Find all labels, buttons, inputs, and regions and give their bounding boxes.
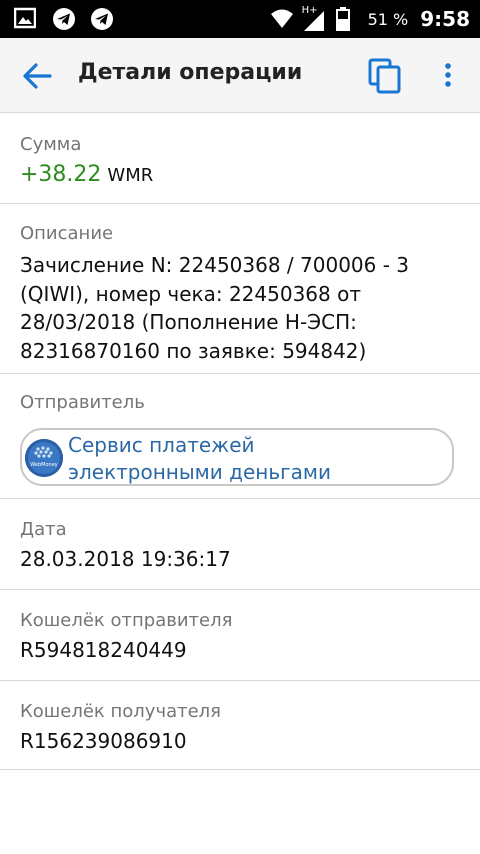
copy-button[interactable] bbox=[368, 58, 404, 94]
description-label: Описание bbox=[20, 223, 114, 244]
sender-label: Отправитель bbox=[20, 392, 145, 413]
app-bar: Детали операции bbox=[0, 38, 480, 113]
amount-label: Сумма bbox=[20, 134, 82, 155]
network-type-label: H+ bbox=[301, 5, 318, 16]
webmoney-logo-icon: WebMoney bbox=[25, 439, 63, 477]
more-vert-icon bbox=[445, 63, 451, 87]
status-bar: H+ 51 % 9:58 bbox=[0, 0, 480, 38]
more-options-button[interactable] bbox=[438, 60, 458, 92]
back-button[interactable] bbox=[22, 62, 54, 90]
date-value: 28.03.2018 19:36:17 bbox=[20, 547, 231, 571]
description-text: Зачисление N: 22450368 / 700006 - 3 (QIW… bbox=[20, 253, 410, 363]
battery-percent: 51 % bbox=[367, 9, 409, 29]
sender-chip[interactable]: WebMoney Сервис платежей электронными де… bbox=[20, 428, 454, 486]
notification-icons bbox=[13, 7, 114, 31]
clock: 9:58 bbox=[420, 7, 470, 31]
sender-wallet-section: Кошелёк отправителя R594818240449 bbox=[0, 590, 480, 681]
amount-value: +38.22 bbox=[20, 162, 102, 187]
telegram-icon bbox=[90, 7, 114, 31]
recipient-wallet-section: Кошелёк получателя R156239086910 bbox=[0, 681, 480, 770]
description-section: Описание Зачисление N: 22450368 / 700006… bbox=[0, 204, 480, 374]
page-title: Детали операции bbox=[78, 60, 303, 85]
amount-section: Сумма +38.22 WMR bbox=[0, 113, 480, 204]
sender-wallet-label: Кошелёк отправителя bbox=[20, 610, 233, 631]
signal-icon: H+ bbox=[301, 5, 328, 31]
arrow-back-icon bbox=[23, 63, 52, 89]
telegram-icon bbox=[52, 7, 76, 31]
date-label: Дата bbox=[20, 519, 67, 540]
gallery-icon bbox=[13, 7, 38, 31]
wifi-icon bbox=[270, 7, 294, 31]
sender-section: Отправитель WebMoney Сервис платежей эле… bbox=[0, 374, 480, 499]
date-section: Дата 28.03.2018 19:36:17 bbox=[0, 499, 480, 590]
amount-currency: WMR bbox=[107, 165, 154, 186]
sender-wallet-value: R594818240449 bbox=[20, 638, 187, 662]
copy-icon bbox=[368, 58, 401, 94]
webmoney-logo-text: WebMoney bbox=[30, 462, 58, 468]
recipient-wallet-label: Кошелёк получателя bbox=[20, 701, 222, 722]
amount-line: +38.22 WMR bbox=[20, 162, 153, 187]
battery-icon bbox=[335, 7, 360, 31]
recipient-wallet-value: R156239086910 bbox=[20, 729, 187, 753]
sender-name: Сервис платежей электронными деньгами bbox=[68, 433, 331, 484]
